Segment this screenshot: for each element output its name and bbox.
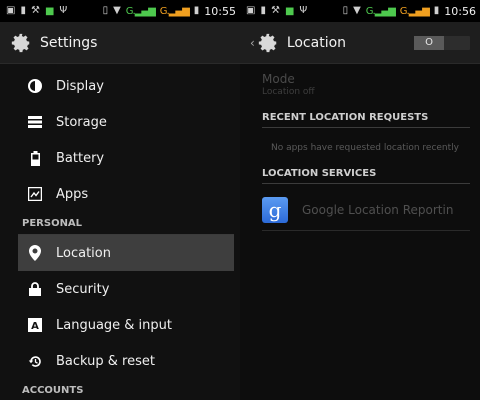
section-header-personal: PERSONAL (18, 212, 234, 235)
section-header-location-services: LOCATION SERVICES (262, 168, 470, 184)
mode-summary: Location off (262, 87, 315, 97)
notification-icon: ■ (284, 5, 295, 17)
signal-icon: G.▂▄▆ (365, 5, 396, 17)
menu-item-label: Language & input (56, 317, 172, 333)
menu-item-security[interactable]: Security (18, 271, 234, 307)
keyboard-icon: A (26, 316, 44, 334)
notification-icon: ■ (44, 5, 55, 17)
lock-icon (26, 280, 44, 298)
menu-item-label: Location (56, 245, 111, 261)
mode-title: Mode (262, 72, 295, 86)
battery-status-icon: ▮ (193, 5, 200, 16)
menu-item-location[interactable]: Location (18, 235, 234, 271)
vibrate-icon: ▯ (102, 5, 109, 16)
location-panel: ▣ ▮ ⚒ ■ Ψ ▯ ▼ G.▂▄▆ G.▂▄▆ ▮ 10:56 ‹ Loca… (240, 0, 480, 400)
menu-item-label: Storage (56, 114, 107, 130)
menu-item-label: Battery (56, 150, 105, 166)
empty-state-text: No apps have requested location recently (270, 143, 459, 153)
notification-icon: ⚒ (270, 5, 280, 16)
apps-icon (26, 185, 44, 203)
notification-icon: ▣ (246, 5, 256, 16)
storage-icon (26, 113, 44, 131)
notification-icon: ▮ (260, 5, 266, 16)
notification-icon: ⚒ (30, 5, 40, 16)
wifi-icon: ▼ (113, 5, 121, 16)
action-bar: Settings (0, 22, 240, 64)
notification-icon: ▣ (6, 5, 16, 16)
backup-icon (26, 352, 44, 370)
battery-status-icon: ▮ (433, 5, 440, 16)
menu-item-label: Apps (56, 186, 89, 202)
usb-icon: Ψ (299, 5, 308, 16)
menu-item-storage[interactable]: Storage (18, 104, 234, 140)
signal-icon: G.▂▄▆ (399, 5, 430, 17)
menu-item-backup[interactable]: Backup & reset (18, 343, 234, 379)
service-label: Google Location Reportin (302, 203, 454, 217)
mode-setting[interactable]: Mode Location off (240, 64, 480, 102)
section-header-accounts: ACCOUNTS (18, 379, 234, 400)
battery-icon (26, 149, 44, 167)
toggle-knob: O (414, 35, 444, 50)
menu-item-language[interactable]: A Language & input (18, 307, 234, 343)
wifi-icon: ▼ (353, 5, 361, 16)
menu-item-label: Backup & reset (56, 353, 155, 369)
menu-item-battery[interactable]: Battery (18, 140, 234, 176)
notification-icon: ▮ (20, 5, 26, 16)
vibrate-icon: ▯ (342, 5, 349, 16)
usb-icon: Ψ (59, 5, 68, 16)
menu-item-label: Security (56, 281, 110, 297)
signal-icon: G.▂▄▆ (125, 5, 156, 17)
settings-gear-icon (11, 33, 30, 52)
status-bar: ▣ ▮ ⚒ ■ Ψ ▯ ▼ G.▂▄▆ G.▂▄▆ ▮ 10:56 (240, 0, 480, 22)
google-logo-icon: g (262, 197, 288, 223)
signal-icon: G.▂▄▆ (159, 5, 190, 17)
action-bar: ‹ Location O (240, 22, 480, 64)
menu-item-display[interactable]: Display (18, 68, 234, 104)
display-icon (26, 77, 44, 95)
menu-item-apps[interactable]: Apps (18, 176, 234, 212)
page-title: Settings (40, 34, 98, 51)
back-caret-icon[interactable]: ‹ (250, 36, 255, 50)
clock: 10:56 (444, 4, 476, 18)
svg-text:A: A (31, 321, 39, 332)
page-title: Location (286, 34, 347, 51)
status-bar: ▣ ▮ ⚒ ■ Ψ ▯ ▼ G.▂▄▆ G.▂▄▆ ▮ 10:55 (0, 0, 240, 22)
clock: 10:55 (204, 4, 236, 18)
settings-panel: ▣ ▮ ⚒ ■ Ψ ▯ ▼ G.▂▄▆ G.▂▄▆ ▮ 10:55 Settin… (0, 0, 240, 400)
service-google-location-reporting[interactable]: g Google Location Reportin (262, 190, 470, 231)
section-header-recent-requests: RECENT LOCATION REQUESTS (262, 112, 470, 128)
location-pin-icon (26, 244, 44, 262)
menu-item-label: Display (56, 78, 104, 94)
settings-gear-icon[interactable] (257, 32, 279, 54)
location-toggle[interactable]: O (414, 35, 470, 50)
